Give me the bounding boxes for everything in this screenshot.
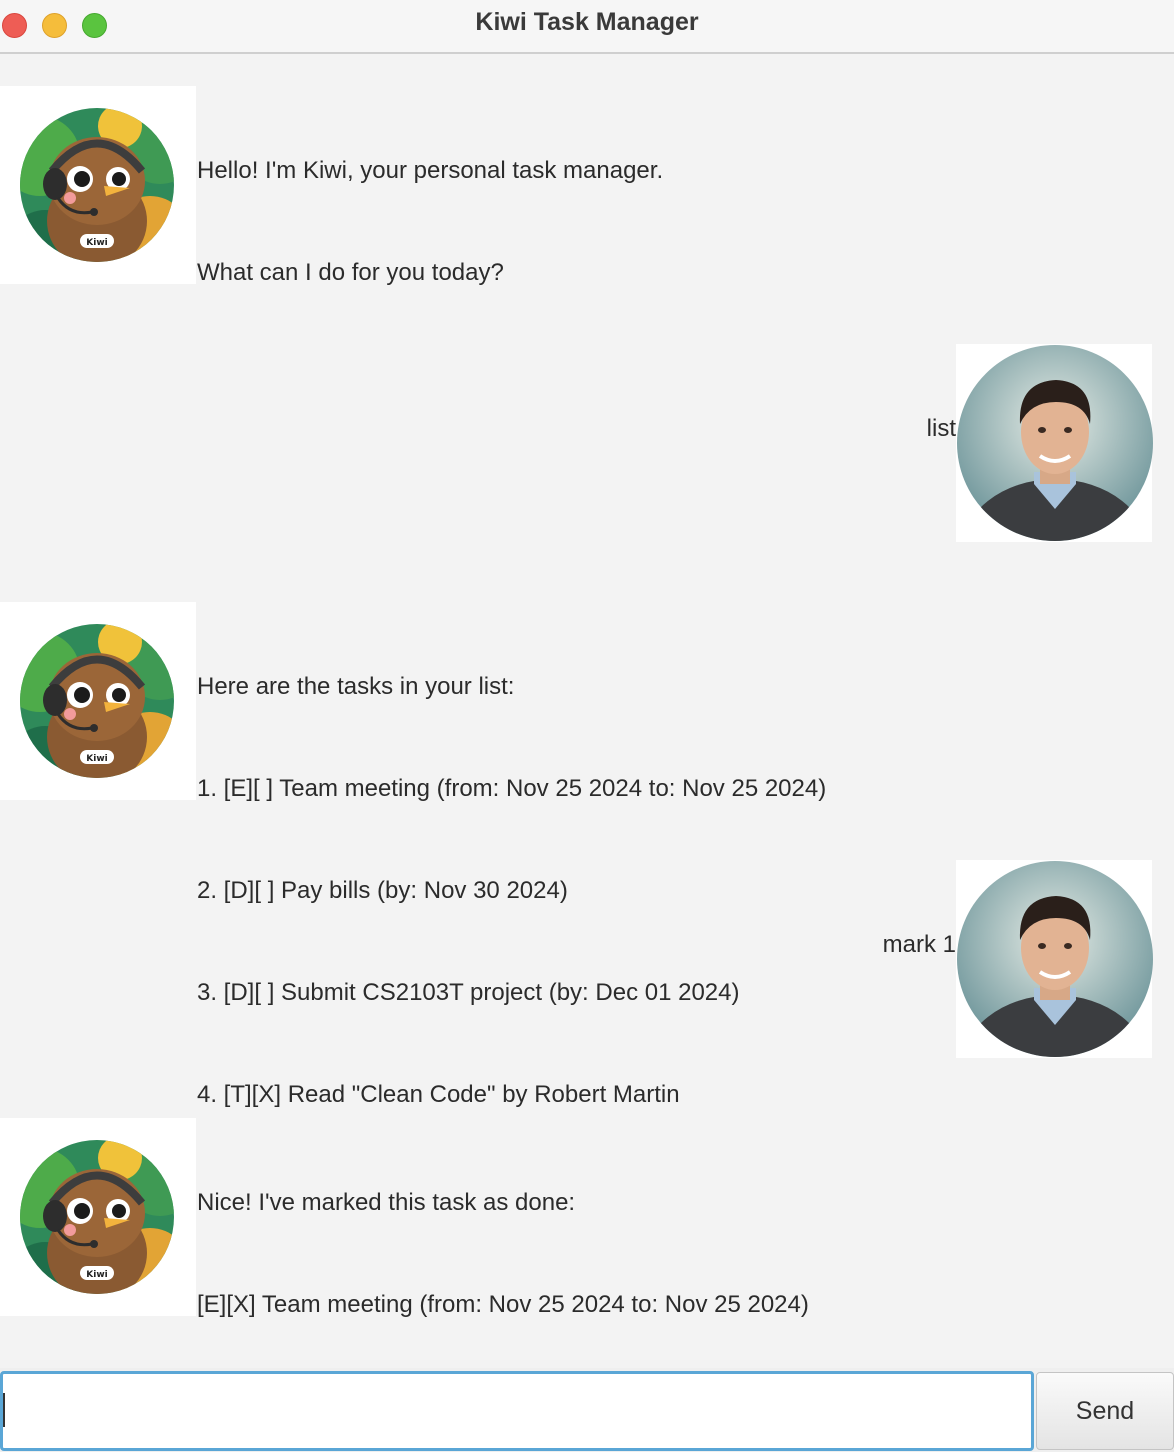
chat-dialog-area[interactable]: Kiwi Hello! I'm Kiwi, your personal task…	[0, 56, 1174, 1368]
message-line: Nice! I've marked this task as done:	[197, 1189, 576, 1216]
window-title: Kiwi Task Manager	[475, 8, 699, 36]
message-line: 4. [T][X] Read "Clean Code" by Robert Ma…	[197, 1081, 680, 1108]
message-line: Here are the tasks in your list:	[197, 673, 515, 700]
message-input[interactable]	[0, 1371, 1034, 1451]
kiwi-badge-text: Kiwi	[86, 238, 107, 248]
app-window: Kiwi Task Manager Kiwi Hello! I'm Kiwi, …	[0, 0, 1174, 1452]
message-line: 1. [E][ ] Team meeting (from: Nov 25 202…	[197, 775, 827, 802]
user-message-text: list	[916, 344, 956, 514]
kiwi-bird-avatar: Kiwi	[0, 86, 196, 284]
message-line: mark 1	[882, 931, 956, 958]
input-bar: Send	[0, 1368, 1174, 1452]
kiwi-bird-avatar: Kiwi	[0, 1118, 196, 1316]
message-line: 2. [D][ ] Pay bills (by: Nov 30 2024)	[197, 877, 568, 904]
message-line: list	[926, 415, 956, 442]
message-line: 3. [D][ ] Submit CS2103T project (by: De…	[197, 979, 740, 1006]
kiwi-bird-avatar: Kiwi	[0, 602, 196, 800]
kiwi-badge-text: Kiwi	[86, 754, 107, 764]
kiwi-badge-text: Kiwi	[86, 1270, 107, 1280]
message-line: What can I do for you today?	[197, 259, 504, 286]
text-caret	[3, 1393, 5, 1427]
title-bar: Kiwi Task Manager	[0, 0, 1174, 54]
send-button[interactable]: Send	[1036, 1372, 1174, 1450]
bot-message-text: Hello! I'm Kiwi, your personal task mana…	[197, 86, 663, 358]
user-avatar	[956, 860, 1153, 1058]
message-line: Hello! I'm Kiwi, your personal task mana…	[197, 157, 664, 184]
message-line: [E][X] Team meeting (from: Nov 25 2024 t…	[197, 1291, 809, 1318]
bot-message-text: Here are the tasks in your list: 1. [E][…	[197, 602, 826, 1180]
user-avatar	[956, 344, 1153, 542]
user-message-text: mark 1	[883, 860, 956, 1030]
bot-message-text: Nice! I've marked this task as done: [E]…	[197, 1118, 809, 1390]
